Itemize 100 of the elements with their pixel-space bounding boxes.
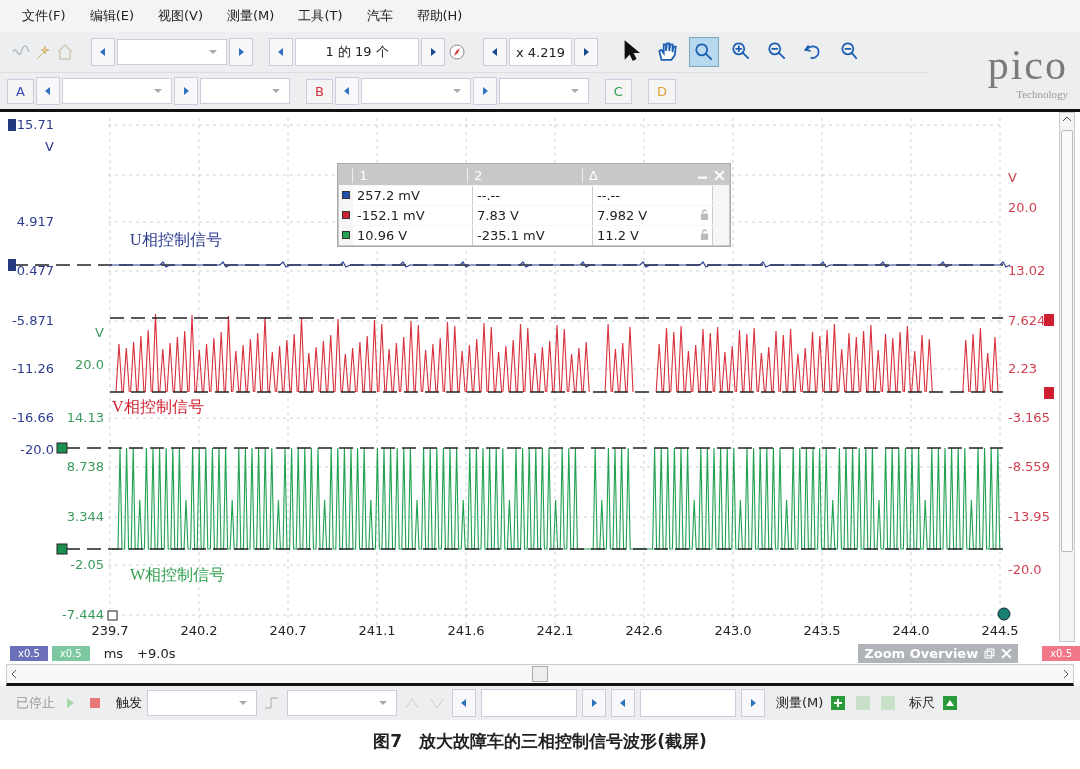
left-arrow-icon [276,47,286,57]
caret-icon [270,88,281,94]
trigger-label: 触发 [116,694,142,712]
menu-item[interactable]: 编辑(E) [89,7,134,25]
offset-marker[interactable] [56,442,68,454]
table-cell: 11.2 V [593,225,713,245]
vertical-scrollbar[interactable] [1059,112,1075,642]
zoom-select-icon[interactable] [689,37,720,67]
input-field[interactable] [640,689,736,717]
axis-label: 239.7 [90,623,130,638]
menu-item[interactable]: 汽车 [366,7,393,25]
scale-tag[interactable]: x0.5 [10,645,48,661]
axis-label: 20.0 [75,357,104,372]
next-button[interactable] [229,38,253,66]
axis-label: 241.6 [446,623,486,638]
caret-icon [451,88,462,94]
caret-icon [238,700,248,706]
next-button[interactable] [574,38,599,66]
axis-label: 14.13 [66,410,104,425]
table-cell: -235.1 mV [473,225,593,245]
previous-button[interactable] [269,38,293,66]
offset-marker[interactable] [56,543,68,555]
axis-label: 20.0 [1008,200,1037,215]
offset-marker[interactable] [1044,387,1054,399]
axis-label: -20.0 [20,442,54,457]
axis-label: -7.444 [62,607,104,622]
menu-item[interactable]: 文件(F) [22,7,66,25]
channel-button[interactable]: A [7,78,34,104]
axis-label: 242.1 [535,623,575,638]
dropdown-field[interactable] [117,39,227,65]
axis-label: 242.6 [624,623,664,638]
axis-label: V [1008,170,1017,185]
menu-item[interactable]: 测量(M) [227,7,275,25]
table-cell: --.-- [473,185,593,205]
horizontal-scrollbar[interactable] [6,664,1074,686]
axis-label: 15.71 [16,117,54,132]
next-button[interactable] [173,77,198,105]
offset-marker[interactable] [8,119,16,131]
axis-label: -16.66 [12,410,54,425]
next-button[interactable] [421,38,445,66]
caret-icon [208,49,218,55]
axis-label: 241.1 [357,623,397,638]
menu-item[interactable]: 视图(V) [158,7,204,25]
restore-icon[interactable] [984,647,996,659]
caret-icon [569,88,580,94]
axis-label: 243.0 [713,623,753,638]
axis-label: 240.7 [268,623,308,638]
figure-caption: 图7 放大故障车的三相控制信号波形(截屏) [372,730,708,753]
previous-button[interactable] [611,689,635,717]
next-button[interactable] [472,77,497,105]
axis-label: 3.344 [66,509,104,524]
previous-button[interactable] [483,38,507,66]
previous-button[interactable] [91,38,115,66]
previous-button[interactable] [452,689,476,717]
axis-label: -11.26 [12,361,54,376]
measurements-label[interactable]: 测量(M) [776,694,824,712]
ruler-handle[interactable] [997,607,1011,621]
right-arrow-icon [428,47,438,57]
signal-label: V相控制信号 [112,397,204,417]
axis-label: 13.02 [1008,263,1046,278]
axis-label: 243.5 [802,623,842,638]
axis-label: V [95,325,104,340]
axis-label: 240.2 [179,623,219,638]
previous-button[interactable] [35,77,60,105]
previous-button[interactable] [334,77,359,105]
next-button[interactable] [741,689,765,717]
table-cell: --.-- [593,185,713,205]
table-cell: 257.2 mV [353,185,473,205]
scrollbar-thumb[interactable] [532,666,548,682]
logo-tagline: Technology [1016,87,1068,100]
time-offset: +9.0s [137,645,176,661]
axis-label: V [45,139,54,154]
left-arrow-icon [618,698,628,708]
caret-icon [152,88,163,94]
axis-label: -13.95 [1008,509,1050,524]
offset-marker[interactable] [8,259,16,271]
axis-label: 244.0 [891,623,931,638]
axis-label: -8.559 [1008,459,1050,474]
ruler-marker[interactable] [107,610,118,621]
zoom-factor: x 4.219 [509,38,573,66]
menu-item[interactable]: 帮助(H) [416,7,463,25]
axis-label: -3.165 [1008,410,1050,425]
offset-marker[interactable] [1044,314,1054,326]
axis-label: -2.05 [70,557,104,572]
dropdown-field[interactable] [287,690,397,716]
compass-icon[interactable] [447,42,467,62]
next-button[interactable] [582,689,606,717]
signal-label: W相控制信号 [130,565,226,585]
status-label: 已停止 [16,694,55,712]
table-cell: 7.982 V [593,205,713,225]
close-icon[interactable] [1001,647,1013,659]
channel-button[interactable]: B [305,78,333,104]
lock-icon[interactable] [700,209,709,220]
menu-item[interactable]: 工具(T) [298,7,343,25]
axis-label: 8.738 [66,459,104,474]
right-arrow-icon [589,698,599,708]
lock-icon[interactable] [700,229,709,240]
panel-title: Zoom Overview [864,645,979,661]
input-field[interactable] [481,689,577,717]
page-counter: 1 的 19 个 [295,38,419,66]
